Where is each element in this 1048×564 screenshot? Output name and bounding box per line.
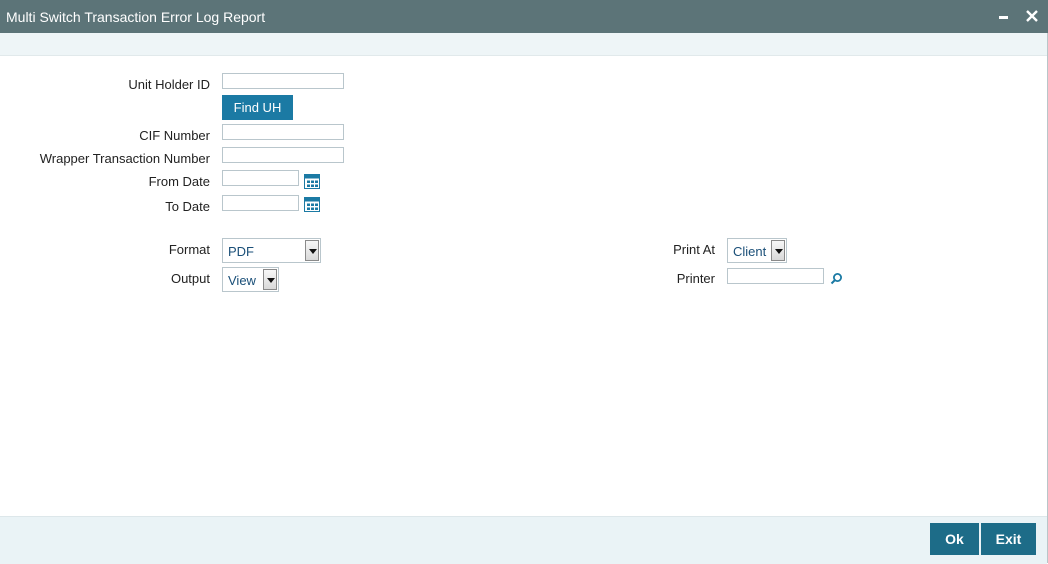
format-label: Format [168,242,210,257]
format-select[interactable]: PDF [222,238,321,263]
ok-button[interactable]: Ok [930,523,979,555]
printer-input[interactable] [727,268,824,284]
window-title: Multi Switch Transaction Error Log Repor… [6,9,266,25]
title-bar: Multi Switch Transaction Error Log Repor… [0,0,1048,33]
close-icon [1026,10,1038,22]
from-date-label: From Date [148,174,210,189]
find-uh-button[interactable]: Find UH [222,95,293,120]
to-date-input[interactable] [222,195,299,211]
toolbar-strip [0,33,1047,56]
unit-holder-id-input[interactable] [222,73,344,89]
cif-number-input[interactable] [222,124,344,140]
wrapper-transaction-number-input[interactable] [222,147,344,163]
print-at-label: Print At [673,242,715,257]
chevron-down-icon[interactable] [263,269,277,290]
print-at-value: Client [733,244,767,259]
calendar-icon[interactable] [304,174,320,189]
chevron-down-icon[interactable] [305,240,319,261]
output-value: View [228,273,256,288]
close-button[interactable] [1023,7,1041,25]
minimize-icon [999,16,1008,19]
printer-label: Printer [676,271,715,286]
to-date-label: To Date [165,199,210,214]
exit-button[interactable]: Exit [981,523,1036,555]
print-at-select[interactable]: Client [727,238,787,263]
calendar-icon[interactable] [304,197,320,212]
format-value: PDF [228,244,254,259]
wrapper-transaction-number-label: Wrapper Transaction Number [39,151,210,166]
footer-bar [0,516,1047,564]
unit-holder-id-label: Unit Holder ID [128,77,210,92]
from-date-input[interactable] [222,170,299,186]
chevron-down-icon[interactable] [771,240,785,261]
output-label: Output [170,271,210,286]
minimize-button[interactable] [995,7,1013,25]
cif-number-label: CIF Number [139,128,210,143]
search-icon[interactable] [830,272,843,285]
output-select[interactable]: View [222,267,279,292]
